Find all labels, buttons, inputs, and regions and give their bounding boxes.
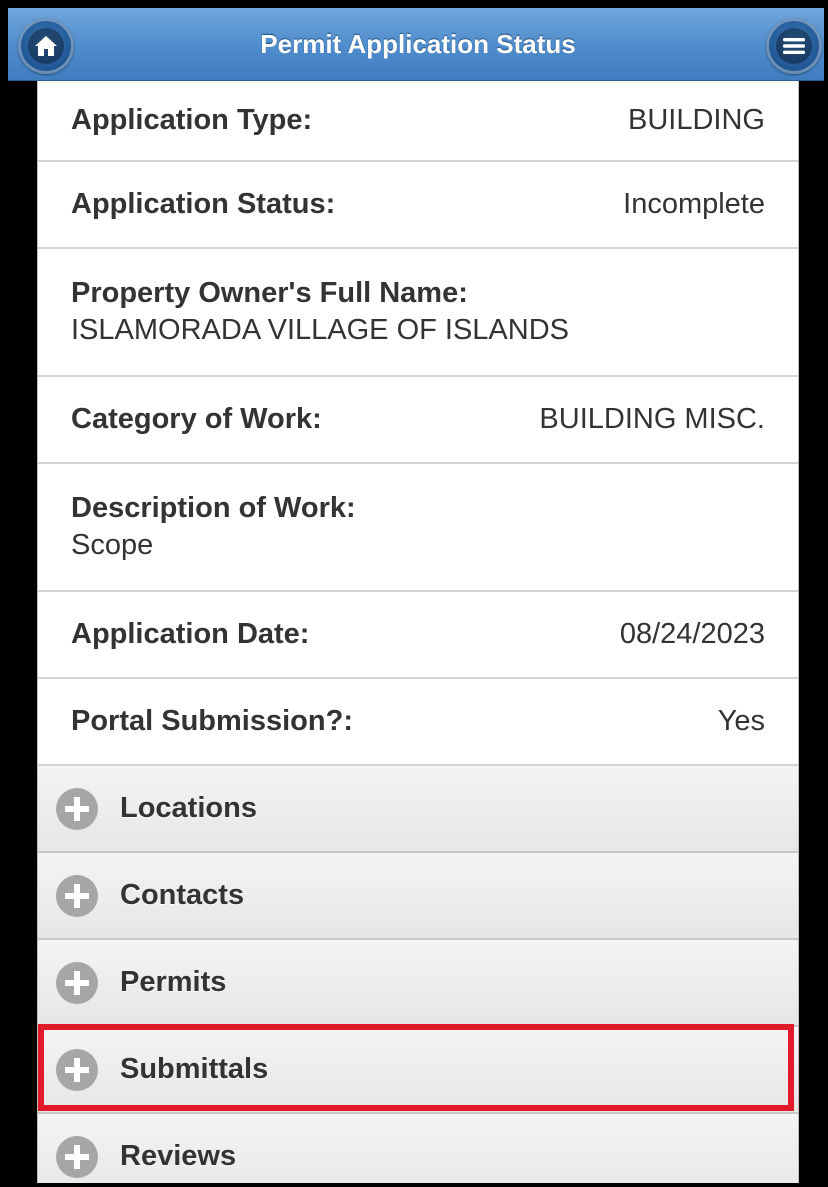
application-type-row: Application Type: BUILDING [38, 81, 798, 162]
expand-plus-icon [56, 787, 98, 830]
section-submittals-label: Submittals [120, 1053, 269, 1085]
owner-name-label: Property Owner's Full Name: [71, 277, 468, 309]
category-of-work-label: Category of Work: [71, 403, 322, 435]
application-status-value: Incomplete [623, 188, 765, 220]
app-frame: Permit Application Status Application Ty… [0, 0, 828, 1187]
application-date-row: Application Date: 08/24/2023 [38, 592, 798, 679]
expand-plus-icon [56, 1048, 98, 1091]
portal-submission-value: Yes [717, 705, 765, 737]
expand-plus-icon [56, 961, 98, 1004]
application-status-row: Application Status: Incomplete [38, 162, 798, 249]
owner-name-value: ISLAMORADA VILLAGE OF ISLANDS [71, 314, 569, 346]
detail-list: Application Type: BUILDING Application S… [37, 81, 799, 1183]
expand-plus-icon [56, 1135, 98, 1178]
menu-button[interactable] [766, 18, 822, 74]
header-bar: Permit Application Status [8, 8, 824, 81]
section-submittals[interactable]: Submittals [38, 1027, 798, 1114]
application-status-label: Application Status: [71, 188, 336, 220]
section-contacts-label: Contacts [120, 879, 245, 911]
expand-plus-icon [56, 874, 98, 917]
section-locations[interactable]: Locations [38, 766, 798, 853]
section-permits-label: Permits [120, 966, 227, 998]
owner-name-row: Property Owner's Full Name: ISLAMORADA V… [38, 249, 798, 377]
section-contacts[interactable]: Contacts [38, 853, 798, 940]
portal-submission-label: Portal Submission?: [71, 705, 353, 737]
description-of-work-label: Description of Work: [71, 492, 356, 524]
category-of-work-row: Category of Work: BUILDING MISC. [38, 377, 798, 464]
section-permits[interactable]: Permits [38, 940, 798, 1027]
section-reviews-label: Reviews [120, 1140, 237, 1172]
section-locations-label: Locations [120, 792, 257, 824]
portal-submission-row: Portal Submission?: Yes [38, 679, 798, 766]
section-reviews[interactable]: Reviews [38, 1114, 798, 1183]
menu-icon [776, 28, 812, 64]
category-of-work-value: BUILDING MISC. [539, 403, 765, 435]
application-date-value: 08/24/2023 [619, 618, 765, 650]
description-of-work-row: Description of Work: Scope [38, 464, 798, 592]
page-title: Permit Application Status [260, 29, 576, 59]
application-type-label: Application Type: [71, 104, 313, 136]
application-type-value: BUILDING [628, 104, 765, 136]
description-of-work-value: Scope [71, 529, 154, 561]
application-date-label: Application Date: [71, 618, 310, 650]
